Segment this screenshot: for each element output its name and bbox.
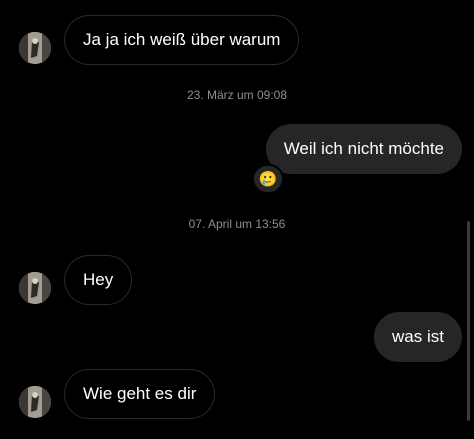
smiling-face-with-tear-icon: 🥲 (258, 170, 278, 188)
message-bubble-outgoing[interactable]: Weil ich nicht möchte (265, 124, 462, 174)
avatar-photo-icon (19, 386, 51, 418)
message-reaction[interactable]: 🥲 (252, 164, 284, 194)
message-text: Hey (83, 270, 114, 289)
contact-avatar[interactable] (19, 272, 51, 304)
scrollbar[interactable] (467, 221, 470, 421)
avatar-photo-icon (19, 272, 51, 304)
contact-avatar[interactable] (19, 386, 51, 418)
chat-thread[interactable]: Ja ja ich weiß über warum 23. März um 09… (0, 0, 474, 439)
message-text: Ja ja ich weiß über warum (83, 30, 281, 49)
contact-avatar[interactable] (19, 32, 51, 64)
message-text: Wie geht es dir (83, 384, 197, 403)
message-bubble-outgoing[interactable]: was ist (374, 312, 462, 362)
message-text: was ist (392, 327, 444, 346)
message-text: Weil ich nicht möchte (283, 139, 444, 158)
timestamp: 23. März um 09:08 (186, 88, 288, 102)
timestamp: 07. April um 13:56 (188, 217, 286, 231)
message-bubble-incoming[interactable]: Hey (64, 255, 133, 305)
avatar-photo-icon (19, 32, 51, 64)
message-bubble-incoming[interactable]: Ja ja ich weiß über warum (64, 15, 300, 65)
message-bubble-incoming[interactable]: Wie geht es dir (64, 369, 216, 419)
